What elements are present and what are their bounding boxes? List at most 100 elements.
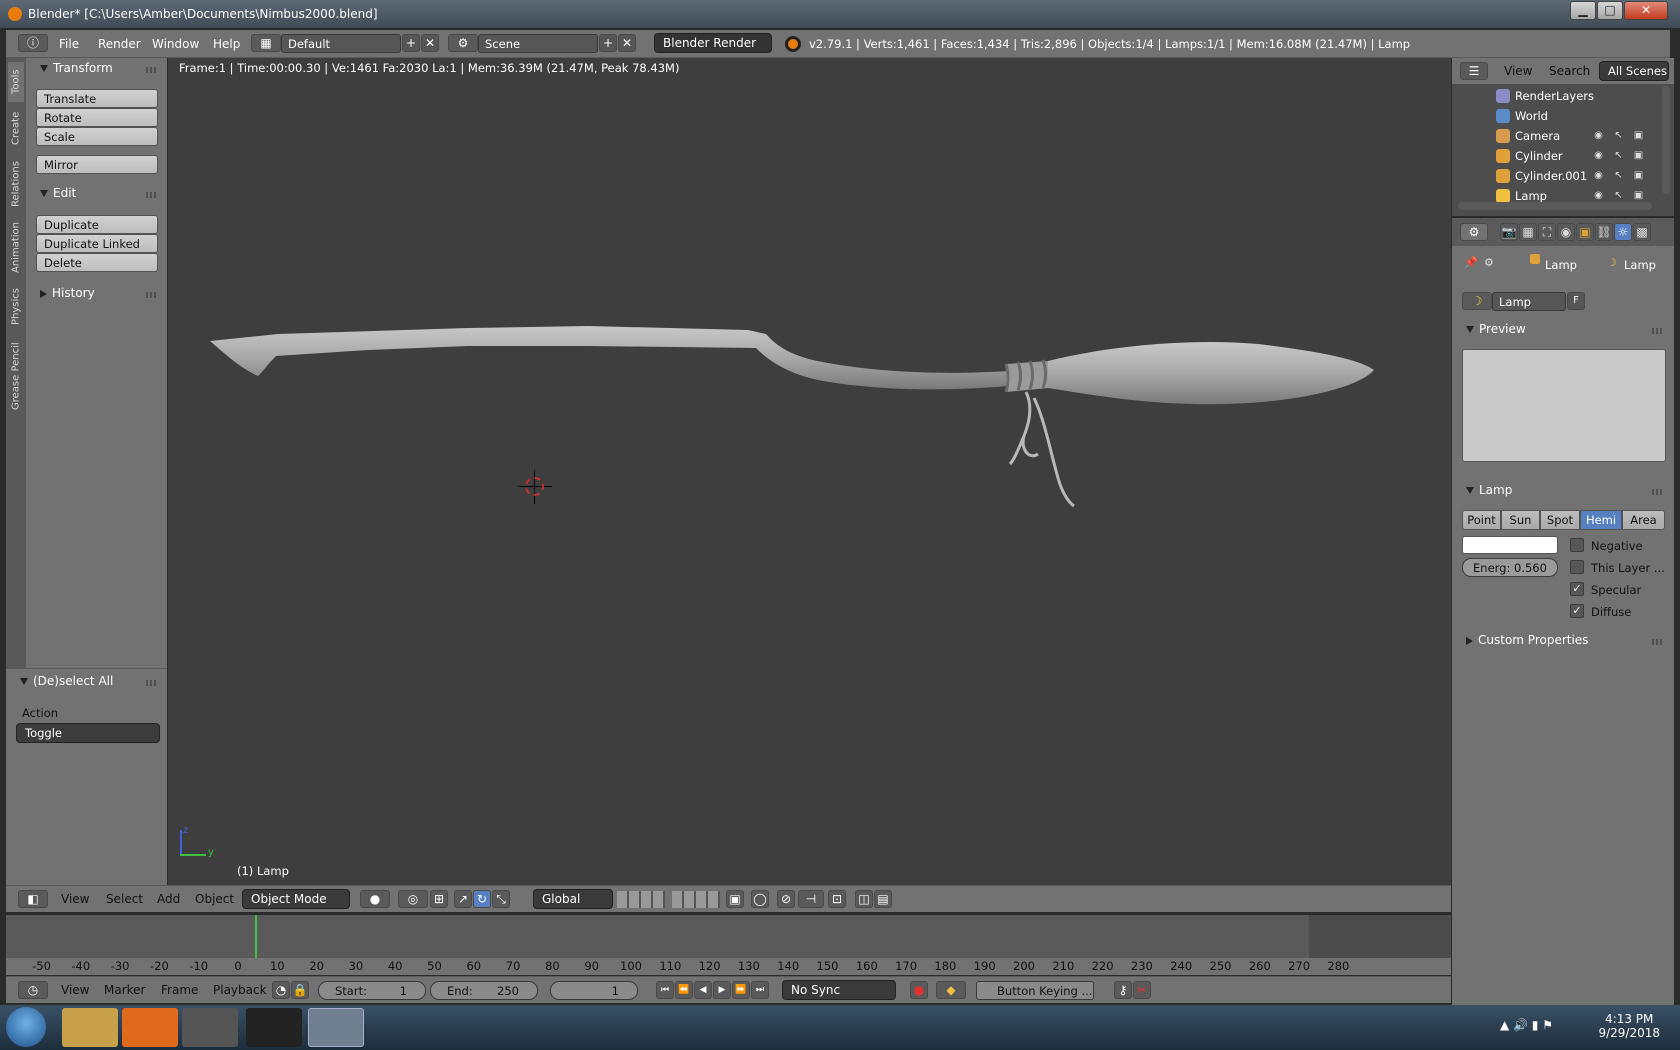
rotate-manipulator-icon[interactable]: ↻ [473, 890, 491, 908]
delete-keyframe-icon[interactable]: ✂ [1133, 981, 1151, 999]
start-button[interactable] [6, 1007, 46, 1047]
minimize-button[interactable]: ▁ [1570, 1, 1596, 20]
rotate-button[interactable]: Rotate [36, 108, 158, 127]
constraints-tab-icon[interactable]: ⛓ [1595, 223, 1613, 241]
panel-grip-icon[interactable] [146, 292, 158, 298]
object-tab-icon[interactable]: ▣ [1576, 223, 1594, 241]
panel-grip-icon[interactable] [1652, 639, 1664, 645]
current-frame-field[interactable]: 1 [550, 981, 638, 1000]
broom-model[interactable] [168, 58, 1451, 886]
menu-help[interactable]: Help [213, 37, 240, 51]
panel-grip-icon[interactable] [146, 680, 158, 686]
layers-icon[interactable] [672, 891, 720, 908]
world-tab-icon[interactable]: ◉ [1557, 223, 1575, 241]
maximize-button[interactable]: □ [1597, 1, 1623, 20]
tl-menu-view[interactable]: View [61, 983, 89, 997]
menu-add[interactable]: Add [157, 892, 180, 906]
current-frame-marker[interactable] [255, 915, 257, 958]
lamp-panel-header[interactable]: Lamp [1466, 483, 1512, 497]
render-icon[interactable]: ▣ [1632, 149, 1645, 162]
tab-relations[interactable]: Relations [8, 154, 24, 214]
scale-manipulator-icon[interactable]: ⤡ [492, 890, 510, 908]
lamp-type-hemi[interactable]: Hemi [1580, 510, 1622, 530]
menu-render[interactable]: Render [98, 37, 141, 51]
eye-icon[interactable]: ◉ [1592, 129, 1605, 142]
editor-type-3d-icon[interactable]: ◧ [18, 890, 48, 908]
blender-taskbar-icon[interactable] [308, 1008, 364, 1047]
scene-tab-icon[interactable]: ⛶ [1538, 223, 1556, 241]
eye-icon[interactable]: ◉ [1592, 149, 1605, 162]
panel-grip-icon[interactable] [1652, 489, 1664, 495]
panel-grip-icon[interactable] [146, 67, 158, 73]
render-icon[interactable]: ▣ [1632, 169, 1645, 182]
history-panel-header[interactable]: History [40, 286, 95, 300]
outliner-hscrollbar[interactable] [1458, 202, 1652, 210]
menu-file[interactable]: File [59, 37, 79, 51]
cursor-icon[interactable]: ↖ [1612, 189, 1625, 202]
firefox-icon[interactable] [122, 1008, 178, 1047]
end-frame-field[interactable]: End: 250 [430, 981, 538, 1000]
jump-end-icon[interactable]: ⏭ [751, 981, 769, 999]
outliner-menu-search[interactable]: Search [1549, 64, 1590, 78]
render-tab-icon[interactable]: 📷 [1500, 223, 1518, 241]
tray-icons[interactable]: ▲ 🔊 ▮ ⚑ [1500, 1018, 1553, 1032]
tl-menu-frame[interactable]: Frame [161, 983, 198, 997]
editor-type-outliner-icon[interactable]: ☰ [1460, 62, 1488, 80]
render-icon[interactable]: ▣ [1632, 189, 1645, 202]
keying-set-field[interactable]: Button Keying ... [976, 981, 1094, 1000]
outliner-item[interactable]: Cylinder.001 ◉ ↖ ▣ [1452, 166, 1657, 186]
lamp-type-spot[interactable]: Spot [1540, 510, 1580, 530]
3d-cursor-icon[interactable] [525, 477, 544, 496]
outliner-filter-dropdown[interactable]: All Scenes [1599, 61, 1669, 81]
layer-lock-icon[interactable]: ▣ [726, 890, 744, 908]
scale-button[interactable]: Scale [36, 127, 158, 146]
sync-dropdown[interactable]: No Sync [782, 980, 896, 1000]
energy-field[interactable]: Energ: 0.560 [1462, 558, 1558, 577]
taskbar-clock[interactable]: 4:13 PM 9/29/2018 [1598, 1012, 1660, 1040]
outliner-scrollbar[interactable] [1662, 86, 1670, 194]
jump-start-icon[interactable]: ⏮ [656, 981, 674, 999]
play-icon[interactable]: ▶ [713, 981, 731, 999]
file-explorer-icon[interactable] [62, 1008, 118, 1047]
outliner[interactable]: ☰ View Search All Scenes RenderLayers Wor… [1452, 58, 1674, 216]
menu-window[interactable]: Window [152, 37, 199, 51]
this-layer-checkbox[interactable] [1570, 560, 1584, 574]
cursor-icon[interactable]: ↖ [1612, 129, 1625, 142]
custom-properties-header[interactable]: Custom Properties [1466, 633, 1588, 647]
eye-icon[interactable]: ◉ [1592, 189, 1605, 202]
eye-icon[interactable]: ◉ [1592, 169, 1605, 182]
render-layers-tab-icon[interactable]: ▦ [1519, 223, 1537, 241]
specular-checkbox[interactable]: ✓ [1570, 582, 1584, 596]
gimp-icon[interactable] [182, 1008, 238, 1047]
insert-keyframe-icon[interactable]: ⚷ [1114, 981, 1132, 999]
manipulator-icon[interactable]: ⊞ [430, 890, 448, 908]
scene-field[interactable]: Scene [478, 34, 598, 53]
editor-type-timeline-icon[interactable]: ◷ [18, 981, 48, 999]
translate-manipulator-icon[interactable]: ↗ [454, 890, 472, 908]
menu-view[interactable]: View [61, 892, 89, 906]
cursor-icon[interactable]: ↖ [1612, 169, 1625, 182]
menu-object[interactable]: Object [195, 892, 234, 906]
operator-panel-header[interactable]: (De)select All [20, 674, 113, 688]
opengl-animation-icon[interactable]: ▤ [874, 890, 892, 908]
transform-panel-header[interactable]: Transform [40, 61, 113, 75]
keying-icon[interactable]: ◆ [936, 981, 966, 999]
add-scene-button[interactable]: + [599, 34, 617, 52]
outliner-menu-view[interactable]: View [1504, 64, 1532, 78]
delete-layout-button[interactable]: ✕ [421, 34, 439, 52]
diffuse-checkbox[interactable]: ✓ [1570, 604, 1584, 618]
tab-animation[interactable]: Animation [8, 218, 24, 278]
lamp-datablock-field[interactable]: Lamp [1492, 292, 1566, 311]
panel-grip-icon[interactable] [1652, 328, 1664, 334]
lamp-color-swatch[interactable] [1462, 536, 1558, 554]
translate-button[interactable]: Translate [36, 89, 158, 108]
menu-select[interactable]: Select [106, 892, 143, 906]
lamp-type-area[interactable]: Area [1622, 510, 1665, 530]
tab-physics[interactable]: Physics [8, 282, 24, 332]
3d-viewport[interactable]: Frame:1 | Time:00:00.30 | Ve:1461 Fa:203… [168, 58, 1451, 886]
close-button[interactable]: ✕ [1624, 1, 1668, 20]
outliner-item[interactable]: Camera ◉ ↖ ▣ [1452, 126, 1657, 146]
tab-grease-pencil[interactable]: Grease Pencil [8, 336, 24, 416]
orientation-dropdown[interactable]: Global [533, 889, 613, 909]
tab-create[interactable]: Create [8, 106, 24, 150]
